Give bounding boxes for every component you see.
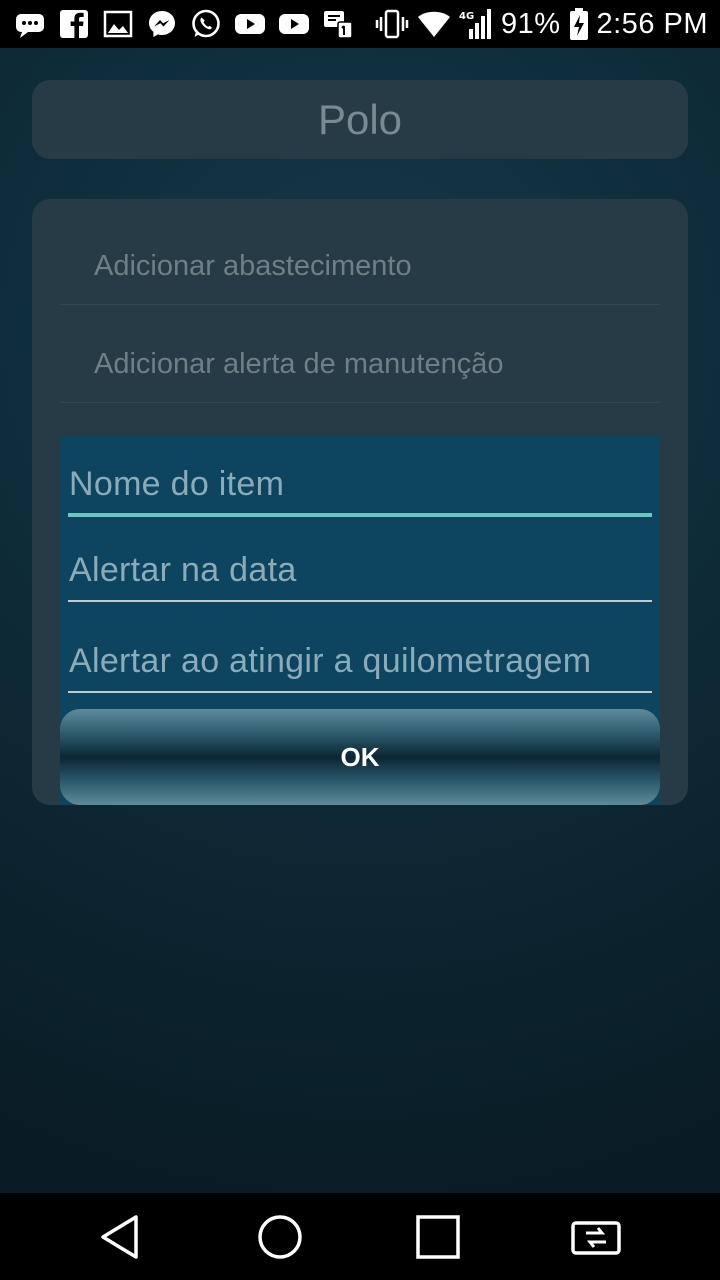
- wifi-icon: [417, 11, 450, 37]
- alert-mileage-field[interactable]: Alertar ao atingir a quilometragem: [68, 613, 652, 693]
- recents-icon[interactable]: [412, 1211, 464, 1263]
- alert-date-placeholder: Alertar na data: [69, 551, 297, 589]
- battery-charging-icon: [569, 8, 588, 40]
- battery-percent: 91%: [500, 7, 561, 40]
- whatsapp-icon: [192, 9, 220, 38]
- switch-app-icon[interactable]: [570, 1211, 622, 1263]
- messenger-icon: [149, 11, 175, 37]
- network-label: 4G: [459, 11, 474, 22]
- sim-toolkit-icon: [324, 11, 353, 39]
- maintenance-alert-dialog: Nome do item Alertar na data Alertar ao …: [60, 436, 660, 805]
- notification-icons: [14, 7, 354, 41]
- field-underline: [68, 691, 652, 693]
- page-title: Polo: [317, 95, 403, 143]
- youtube-icon: [279, 14, 309, 34]
- back-icon[interactable]: [96, 1211, 148, 1263]
- messages-icon: [16, 14, 44, 38]
- clock: 2:56 PM: [596, 7, 708, 40]
- home-icon[interactable]: [254, 1211, 306, 1263]
- youtube-icon: [235, 14, 265, 34]
- menu-item-label: Adicionar abastecimento: [94, 250, 412, 282]
- menu-item-add-maintenance-alert[interactable]: Adicionar alerta de manutenção: [60, 305, 660, 403]
- navigation-bar: [0, 1193, 720, 1280]
- status-bar: 4G 91% 2:56 PM: [0, 0, 720, 48]
- vibrate-icon: [375, 9, 409, 39]
- menu-item-add-fuel[interactable]: Adicionar abastecimento: [60, 207, 660, 305]
- alert-mileage-placeholder: Alertar ao atingir a quilometragem: [69, 642, 592, 680]
- menu-item-label: Adicionar alerta de manutenção: [94, 348, 504, 380]
- alert-date-field[interactable]: Alertar na data: [68, 522, 652, 602]
- gallery-icon: [103, 10, 133, 38]
- facebook-icon: [60, 10, 88, 39]
- item-name-placeholder: Nome do item: [69, 465, 285, 503]
- ok-button[interactable]: OK: [60, 709, 660, 805]
- field-underline: [68, 600, 652, 602]
- vehicle-title-bar: Polo: [32, 80, 688, 159]
- system-status: 4G 91% 2:56 PM: [375, 6, 708, 42]
- signal-4g-icon: 4G: [459, 9, 491, 39]
- field-underline: [68, 513, 652, 517]
- item-name-field[interactable]: Nome do item: [68, 436, 652, 517]
